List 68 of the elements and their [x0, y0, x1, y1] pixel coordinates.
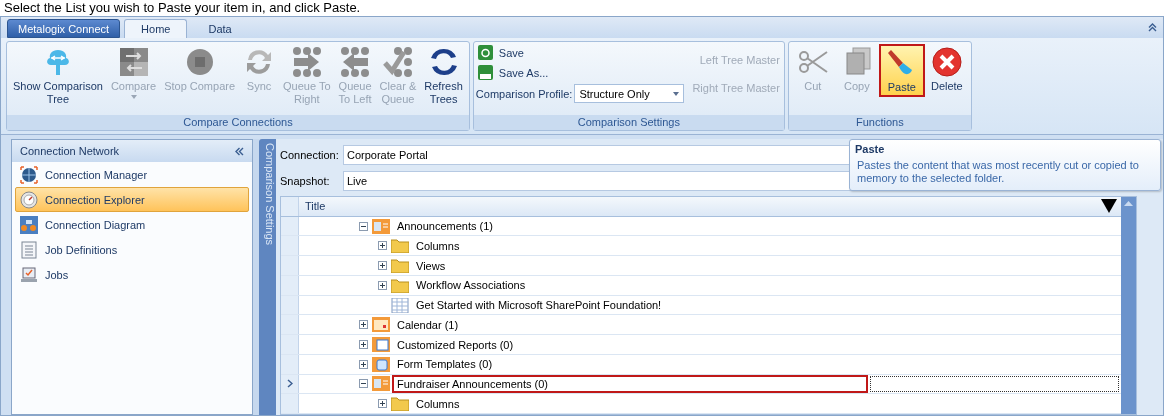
compare-icon	[117, 46, 150, 78]
tree-item[interactable]: Columns	[411, 394, 465, 413]
calendar-icon	[372, 317, 390, 333]
checkmark-dots-icon	[381, 46, 414, 78]
globe-icon	[20, 165, 38, 184]
folder-icon	[391, 396, 409, 412]
tree-item[interactable]: Announcements (1)	[392, 217, 498, 236]
expand-icon[interactable]	[378, 280, 387, 290]
arrow-left-icon	[339, 46, 372, 78]
tree-item[interactable]: Workflow Associations	[411, 276, 531, 295]
group-title: Comparison Settings	[473, 115, 784, 130]
caption-text: Select the List you wish to Paste your item in, and click Paste.	[3, 0, 362, 16]
profile-label: Comparison Profile:	[475, 87, 573, 100]
snapshot-label: Snapshot:	[280, 175, 331, 187]
collapse-icon[interactable]	[359, 221, 368, 231]
sidebar-item[interactable]: Connection Explorer	[15, 187, 249, 212]
ribbon-button[interactable]: Refresh Trees	[420, 44, 467, 108]
laptop-icon	[20, 265, 38, 284]
sidebar-item[interactable]: Job Definitions	[15, 237, 249, 262]
document-icon	[20, 240, 38, 259]
expand-icon[interactable]	[359, 320, 368, 330]
expand-icon[interactable]	[378, 261, 387, 271]
triangle-down-icon[interactable]	[1101, 199, 1117, 214]
save-as-button[interactable]: Save As...	[475, 64, 685, 81]
diagram-icon	[20, 215, 38, 234]
connection-label: Connection:	[280, 149, 340, 161]
profile-dropdown[interactable]: Structure Only	[574, 84, 685, 103]
tree-item[interactable]: Fundraiser Announcements (0)	[392, 374, 868, 393]
collapse-icon[interactable]	[359, 379, 368, 389]
report-icon	[372, 337, 390, 352]
tree-item[interactable]: Columns	[411, 236, 465, 255]
tree-item[interactable]: Form Templates (0)	[392, 355, 498, 374]
tree-item[interactable]: Get Started with Microsoft SharePoint Foundation!	[411, 296, 667, 315]
collapse-ribbon-icon[interactable]	[1148, 23, 1157, 32]
caret-icon	[673, 91, 680, 96]
expand-icon[interactable]	[359, 359, 368, 369]
grid-page-icon	[391, 297, 409, 313]
tree-item[interactable]: Calendar (1)	[392, 315, 464, 334]
tooltip-title: Paste	[855, 143, 886, 155]
sidebar-item[interactable]: Connection Manager	[15, 162, 249, 187]
collapse-panel-icon[interactable]	[235, 146, 244, 156]
expand-icon[interactable]	[359, 340, 368, 349]
sidebar-item[interactable]: Jobs	[15, 262, 249, 287]
delete-icon	[930, 46, 963, 78]
group-title: Compare Connections	[7, 115, 469, 130]
save-button[interactable]: Save	[475, 44, 685, 61]
folder-icon	[391, 277, 409, 293]
ribbon-tab[interactable]: Home	[124, 19, 188, 38]
row-header	[281, 197, 299, 216]
panel-title: Connection Network	[20, 145, 120, 157]
ribbon-button[interactable]: Show Comparison Tree	[9, 44, 107, 108]
tree-item[interactable]: Customized Reports (0)	[392, 335, 519, 354]
tree-item[interactable]: Views	[411, 256, 451, 275]
sidebar-item[interactable]: Connection Diagram	[15, 212, 249, 237]
ribbon-tab[interactable]: Data	[191, 19, 249, 38]
scrollbar[interactable]	[1121, 197, 1136, 414]
app-menu-button[interactable]: Metalogix Connect	[7, 19, 121, 38]
folder-icon	[391, 238, 409, 254]
compass-icon	[20, 190, 38, 209]
ribbon-button[interactable]: Delete	[924, 44, 969, 95]
scroll-up-icon	[1124, 201, 1133, 206]
arrow-right-icon	[290, 46, 323, 78]
group-title: Functions	[788, 115, 971, 130]
folder-icon	[391, 258, 409, 274]
expand-icon[interactable]	[378, 399, 387, 409]
ribbon-button[interactable]: Paste	[878, 44, 925, 97]
form-icon	[372, 356, 390, 372]
expand-icon[interactable]	[378, 241, 387, 251]
